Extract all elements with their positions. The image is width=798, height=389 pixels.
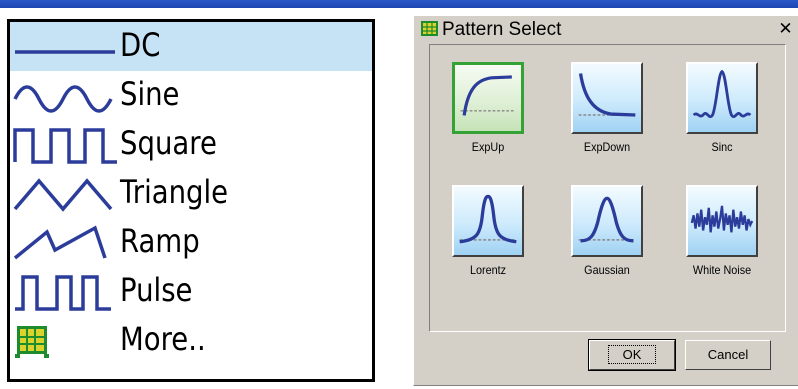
pattern-label-lorentz: Lorentz [469, 263, 507, 277]
pattern-white-noise[interactable]: White Noise [686, 185, 758, 281]
dialog-title: Pattern Select [442, 19, 562, 40]
pattern-gaussian[interactable]: Gaussian [571, 185, 643, 281]
ramp-wave-icon [13, 225, 107, 260]
pattern-label-expdown: ExpDown [583, 140, 631, 154]
waveform-item-dc[interactable]: DC [10, 22, 372, 71]
waveform-item-ramp[interactable]: Ramp [10, 218, 372, 267]
exp-up-curve-icon [460, 75, 516, 116]
waveform-label-dc: DC [120, 26, 161, 64]
cancel-button[interactable]: Cancel [685, 340, 771, 370]
ok-button-label: OK [607, 345, 657, 364]
exp-down-curve-icon [578, 73, 636, 117]
waveform-item-sine[interactable]: Sine [10, 71, 372, 120]
waveform-label-triangle: Triangle [120, 173, 229, 211]
waveform-label-pulse: Pulse [120, 271, 193, 309]
waveform-item-more[interactable]: More.. [10, 316, 372, 365]
waveform-item-square[interactable]: Square [10, 120, 372, 169]
triangle-wave-icon [13, 178, 113, 212]
waveform-label-square: Square [120, 124, 217, 162]
pattern-label-expup: ExpUp [471, 140, 505, 154]
sine-wave-icon [13, 85, 113, 113]
pattern-label-white-noise: White Noise [692, 263, 752, 277]
pattern-app-icon [421, 21, 438, 36]
pattern-expdown[interactable]: ExpDown [571, 62, 643, 158]
dialog-title-bar[interactable]: Pattern Select ✕ [414, 16, 798, 43]
pattern-lorentz[interactable]: Lorentz [452, 185, 524, 281]
pattern-select-dialog: Pattern Select ✕ ExpUp ExpDown Sinc Lore… [413, 16, 798, 386]
waveform-label-sine: Sine [120, 75, 180, 113]
ok-button[interactable]: OK [588, 339, 676, 371]
waveform-label-more: More.. [120, 320, 206, 358]
close-icon[interactable]: ✕ [776, 20, 795, 39]
square-wave-icon [13, 128, 117, 164]
dc-wave-icon [15, 50, 115, 54]
pattern-label-sinc: Sinc [711, 140, 733, 154]
pulse-wave-icon [15, 275, 111, 311]
window-title-bar-edge [0, 0, 798, 8]
waveform-label-ramp: Ramp [120, 222, 200, 260]
pattern-sinc[interactable]: Sinc [686, 62, 758, 158]
lorentz-curve-icon [459, 194, 517, 244]
gaussian-curve-icon [578, 196, 636, 243]
waveform-item-pulse[interactable]: Pulse [10, 267, 372, 316]
waveform-item-triangle[interactable]: Triangle [10, 169, 372, 218]
more-patterns-icon [15, 326, 49, 358]
white-noise-icon [690, 205, 754, 233]
pattern-expup[interactable]: ExpUp [452, 62, 524, 158]
pattern-label-gaussian: Gaussian [584, 263, 630, 277]
sinc-curve-icon [692, 69, 752, 119]
waveform-menu: DC Sine Square Triangle Ramp Pulse More.… [7, 19, 375, 382]
pattern-grid: ExpUp ExpDown Sinc Lorentz Gaussian Whit… [429, 44, 786, 332]
